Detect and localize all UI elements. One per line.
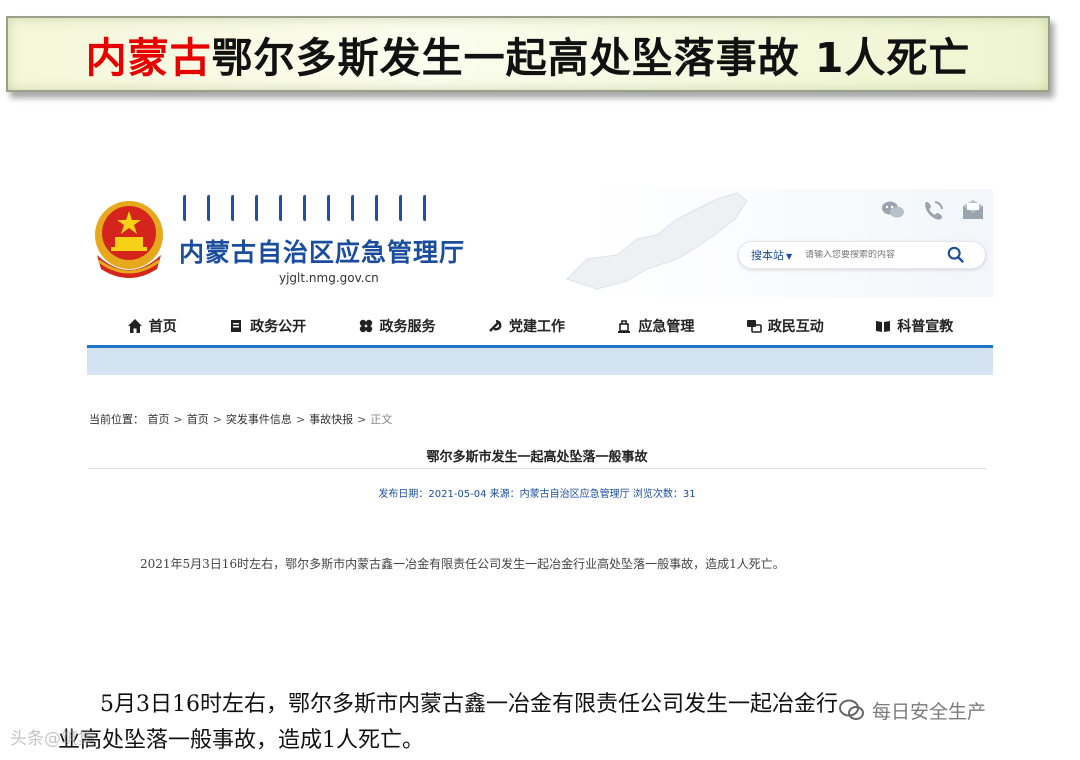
article-body: 2021年5月3日16时左右，鄂尔多斯市内蒙古鑫一冶金有限责任公司发生一起冶金行… — [140, 557, 785, 571]
title-divider — [88, 468, 986, 469]
chevron-down-icon: ▼ — [786, 252, 793, 261]
nav-item-emergency[interactable]: 应急管理 — [616, 316, 694, 336]
watermark-left: 头条@筑集 — [10, 729, 95, 749]
wechat-icon[interactable] — [881, 199, 905, 221]
breadcrumb-separator: > — [357, 413, 367, 426]
nav-item-party-work[interactable]: 党建工作 — [487, 316, 565, 336]
caption-line-2: 业高处坠落一般事故，造成1人死亡。 — [58, 728, 424, 753]
slide-title: 内蒙古鄂尔多斯发生一起高处坠落事故 1人死亡 — [86, 24, 971, 84]
breadcrumb-link-emergency-info[interactable]: 突发事件信息 — [226, 413, 292, 426]
home-icon — [127, 319, 142, 333]
document-icon — [231, 320, 242, 332]
slide-title-region: 内蒙古 — [85, 34, 212, 82]
wechat-icon — [839, 699, 864, 720]
site-url: yjglt.nmg.gov.cn — [279, 271, 379, 285]
slide-title-banner: 内蒙古鄂尔多斯发生一起高处坠落事故 1人死亡 — [6, 16, 1050, 92]
breadcrumb-link-accident-news[interactable]: 事故快报 — [309, 413, 353, 426]
nav-item-gov-affairs[interactable]: 政务公开 — [228, 316, 306, 336]
search-scope-select[interactable]: 搜本站 ▼ — [739, 247, 805, 263]
slide-title-headline: 鄂尔多斯发生一起高处坠落事故 1人死亡 — [211, 34, 971, 82]
breadcrumb-prefix: 当前位置： — [89, 413, 144, 426]
search-icon — [947, 246, 965, 264]
website-screenshot: 内蒙古自治区应急管理厅 yjglt.nmg.gov.cn 搜本站 ▼ 请输入您要… — [87, 189, 993, 375]
search-button[interactable] — [945, 244, 967, 266]
breadcrumb-link-home[interactable]: 首页 — [148, 413, 170, 426]
breadcrumb-separator: > — [212, 413, 222, 426]
book-icon — [876, 321, 891, 332]
party-icon — [489, 319, 502, 332]
article-meta: 发布日期：2021-05-04 来源：内蒙古自治区应急管理厅 浏览次数：31 — [378, 489, 696, 500]
mail-icon[interactable] — [961, 199, 985, 221]
interaction-icon — [746, 320, 762, 333]
site-search: 搜本站 ▼ — [738, 241, 986, 269]
organization-name: 内蒙古自治区应急管理厅 — [179, 238, 466, 267]
search-input[interactable] — [805, 250, 945, 260]
phone-icon[interactable] — [921, 199, 945, 221]
mongolian-script-title — [183, 195, 493, 225]
main-nav: 首页 政务公开 政务服务 党建工作 应急管理 政民互动 科普宣教 — [87, 307, 993, 345]
nav-item-science[interactable]: 科普宣教 — [875, 316, 953, 336]
header-icons — [881, 199, 985, 221]
emergency-icon — [618, 320, 631, 333]
breadcrumb-separator: > — [295, 413, 306, 426]
article-title: 鄂尔多斯市发生一起高处坠落一般事故 — [426, 450, 648, 465]
national-emblem-icon — [95, 201, 163, 278]
breadcrumb-separator: > — [173, 413, 183, 426]
watermark-right: 每日安全生产 — [838, 696, 986, 724]
site-header: 内蒙古自治区应急管理厅 yjglt.nmg.gov.cn 搜本站 ▼ — [87, 189, 993, 297]
nav-subband — [87, 348, 993, 375]
breadcrumb-link-home-2[interactable]: 首页 — [187, 413, 209, 426]
nav-item-gov-services[interactable]: 政务服务 — [358, 316, 436, 336]
breadcrumb-current: 正文 — [370, 413, 393, 426]
nav-item-home[interactable]: 首页 — [127, 316, 177, 336]
service-icon — [359, 319, 372, 333]
nav-item-interaction[interactable]: 政民互动 — [746, 316, 824, 336]
breadcrumb: 当前位置： 首页 > 首页 > 突发事件信息 > 事故快报 > 正文 — [89, 411, 392, 427]
